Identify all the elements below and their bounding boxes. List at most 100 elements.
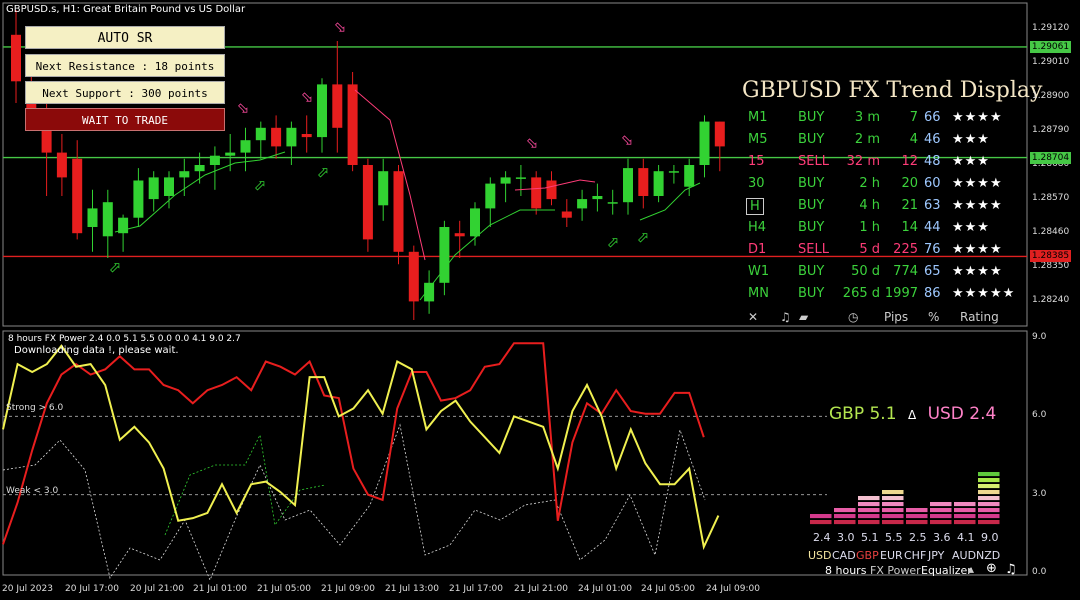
price-level-box: 1.28385 [1030,250,1071,263]
equalizer-segment [954,514,976,519]
close-icon[interactable]: ✕ [748,310,758,324]
trend-pct: 60 [924,176,941,191]
trend-row[interactable]: 30 BUY 2 h 20 60 ★★★★ [740,176,1030,198]
trend-dir: BUY [798,110,825,125]
pct-header: % [928,310,940,324]
usd-strength-line [2,344,720,551]
candle-body [623,168,633,203]
candle-body [102,202,113,237]
equalizer-segment [810,520,832,525]
candle-body [638,168,649,196]
equalizer-bars [810,472,1000,525]
sound-icon[interactable]: ♫ [780,310,791,324]
candle-body [668,171,679,173]
trend-stars: ★★★★ [952,110,1003,125]
candle-body [347,84,358,165]
trend-row[interactable]: D1 SELL 5 d 225 76 ★★★★ [740,242,1030,264]
trend-dir: BUY [798,132,825,147]
trend-dir: SELL [798,242,829,257]
equalizer-value: 3.0 [837,531,855,544]
equalizer-segment [978,490,1000,495]
buy-arrow-icon: ⬀ [109,258,122,276]
trend-dir: BUY [798,286,825,301]
candle-body [301,134,312,138]
buy-arrow-icon: ⬀ [254,176,267,194]
music-icon[interactable]: ♫ [1005,562,1017,577]
trend-dur: 5 d [859,242,880,257]
equalizer-segment [810,514,832,519]
time-tick: 20 Jul 17:00 [65,584,119,594]
equalizer-segment [858,502,880,507]
trend-dur: 32 m [846,154,880,169]
trend-tf: M5 [748,132,768,147]
time-tick: 21 Jul 05:00 [257,584,311,594]
candle-body [41,127,52,153]
trend-row[interactable]: MN BUY 265 d 1997 86 ★★★★★ [740,286,1030,308]
candle-body [439,227,450,283]
trend-row[interactable]: M1 BUY 3 m 7 66 ★★★★ [740,110,1030,132]
candle-body [240,140,251,153]
toggle-icon[interactable]: ▰ [799,310,808,324]
currency-label: GBP [856,549,879,562]
currency-label: JPY [928,549,945,562]
trend-row[interactable]: W1 BUY 50 d 774 65 ★★★★ [740,264,1030,286]
trend-row[interactable]: H4 BUY 1 h 14 44 ★★★ [740,220,1030,242]
candle-body [470,208,480,237]
trend-tf: MN [748,286,769,301]
trend-pips: 12 [901,154,918,169]
trend-stars: ★★★★ [952,198,1003,213]
trend-dur: 265 d [842,286,880,301]
trend-pips: 7 [909,110,918,125]
equalizer-segment [882,490,904,495]
trend-tf: D1 [748,242,767,257]
candle-body [607,202,618,204]
equalizer-value: 5.1 [861,531,879,544]
trend-row[interactable]: 15 SELL 32 m 12 48 ★★★ [740,154,1030,176]
currency-label: CHF [904,549,927,562]
trend-stars: ★★★★ [952,264,1003,279]
trend-pct: 66 [924,110,941,125]
equalizer-segment [882,496,904,501]
trend-tf: 30 [748,176,765,191]
time-tick: 20 Jul 2023 [2,584,53,594]
auto-sr-button[interactable]: AUTO SR [25,26,225,49]
chart-title: GBPUSD.s, H1: Great Britain Pound vs US … [6,4,246,15]
equalizer-segment [906,514,928,519]
equalizer-segment [978,502,1000,507]
candle-body [515,177,526,179]
candle-body [393,171,404,252]
candle-body [148,177,159,200]
trend-pips: 1997 [884,286,918,301]
price-tick: 1.28350 [1032,261,1070,272]
trend-row[interactable]: H BUY 4 h 21 63 ★★★★ [740,198,1030,220]
trend-stars: ★★★★ [952,242,1003,257]
trend-pct: 48 [924,154,941,169]
candle-body [286,127,297,147]
equalizer-segment [834,514,856,519]
trend-pct: 76 [924,242,941,257]
equalizer-segment [882,502,904,507]
arrow-icon[interactable]: ▴ [968,562,974,576]
trend-dur: 50 d [851,264,880,279]
trend-row[interactable]: M5 BUY 2 m 4 46 ★★★ [740,132,1030,154]
trend-stars: ★★★ [952,154,990,169]
strong-level-label: Strong > 6.0 [6,403,64,413]
indicator-tick: 0.0 [1032,567,1047,577]
wait-to-trade-button[interactable]: WAIT TO TRADE [25,108,225,131]
candle-body [485,183,496,209]
candle-body [332,84,343,128]
equalizer-value: 2.5 [909,531,927,544]
weak-level-label: Weak < 3.0 [6,486,59,496]
crosshair-icon[interactable]: ⊕ [986,561,997,576]
time-tick: 21 Jul 01:00 [193,584,247,594]
candle-body [225,152,236,156]
candle-body [714,121,725,147]
trend-pips: 21 [901,198,918,213]
pips-header: Pips [884,310,909,324]
trend-tf: H [746,198,764,215]
trend-pips: 225 [893,242,918,257]
price-tick: 1.29120 [1032,22,1070,33]
equalizer-segment [978,514,1000,519]
price-tick: 1.28460 [1032,227,1070,238]
equalizer-segment [834,520,856,525]
